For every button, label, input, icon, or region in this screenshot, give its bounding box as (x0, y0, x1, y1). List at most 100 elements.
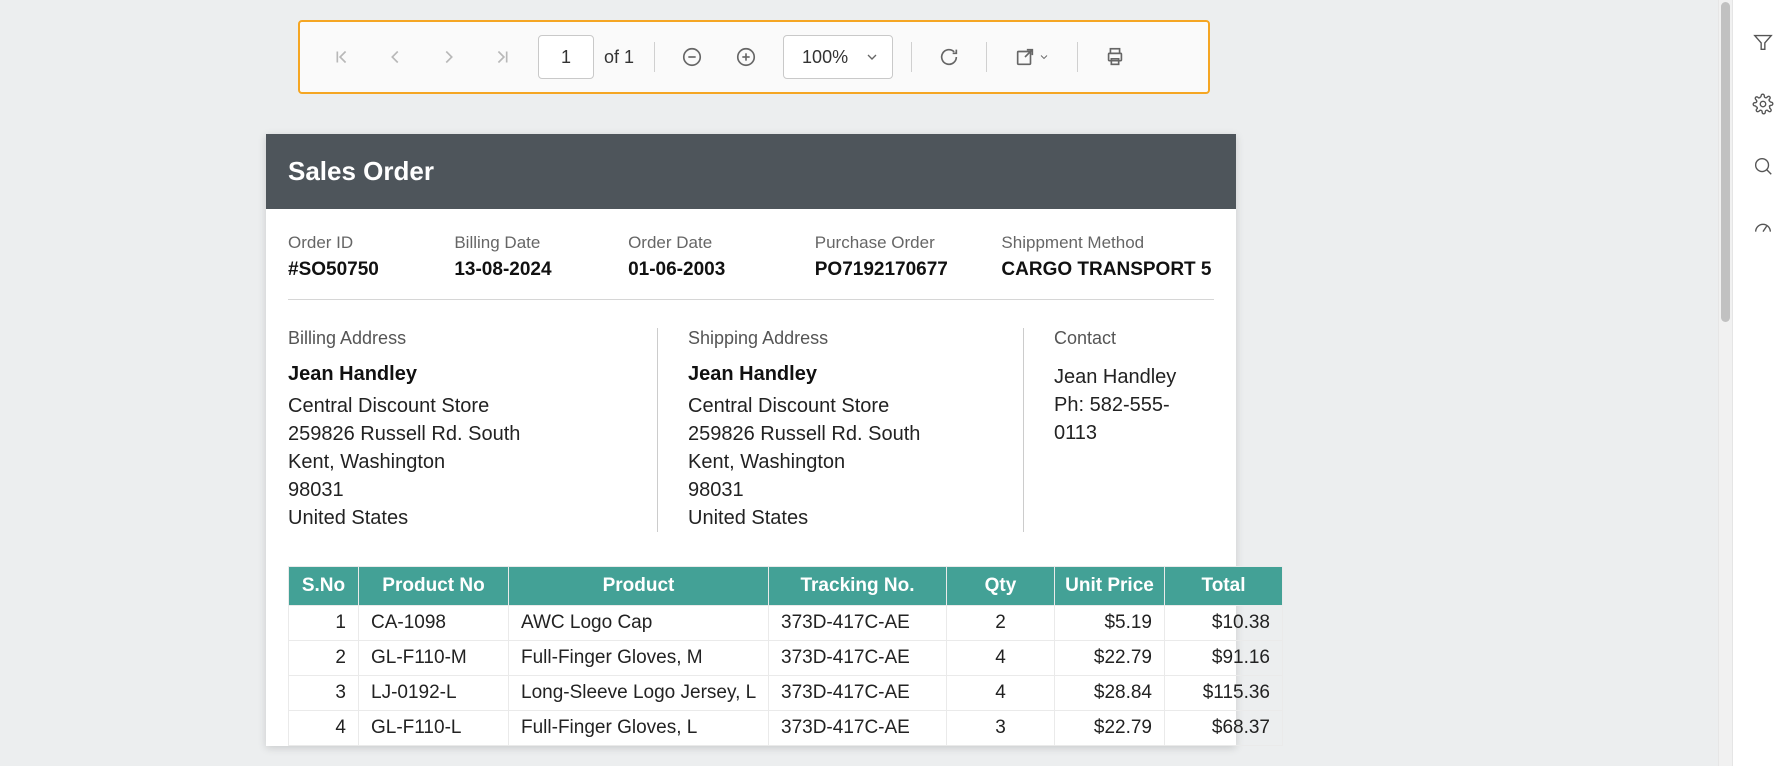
shipping-line: 98031 (688, 476, 993, 504)
billing-line: Kent, Washington (288, 448, 627, 476)
gauge-icon (1752, 217, 1774, 239)
export-button[interactable] (997, 32, 1067, 82)
shipment-method-label: Shippment Method (1001, 233, 1214, 253)
shipping-address-block: Shipping Address Jean Handley Central Di… (658, 328, 1024, 532)
billing-address-block: Billing Address Jean Handley Central Dis… (288, 328, 658, 532)
chevron-down-icon (864, 49, 880, 65)
cell-qty: 4 (947, 676, 1055, 711)
minus-circle-icon (681, 46, 703, 68)
cell-product: Full-Finger Gloves, M (509, 641, 769, 676)
col-product-no: Product No (359, 567, 509, 606)
billing-line: United States (288, 504, 627, 532)
toolbar-separator (911, 42, 912, 72)
cell-qty: 3 (947, 711, 1055, 746)
order-id-label: Order ID (288, 233, 454, 253)
billing-date-label: Billing Date (454, 233, 628, 253)
settings-button[interactable] (1749, 90, 1777, 118)
zoom-in-button[interactable] (719, 32, 773, 82)
shipping-line: United States (688, 504, 993, 532)
plus-circle-icon (735, 46, 757, 68)
contact-title: Contact (1054, 328, 1184, 349)
table-row: 2 GL-F110-M Full-Finger Gloves, M 373D-4… (289, 641, 1283, 676)
cell-qty: 2 (947, 606, 1055, 641)
filter-icon (1752, 31, 1774, 53)
prev-page-button[interactable] (368, 32, 422, 82)
cell-product-no: CA-1098 (359, 606, 509, 641)
last-page-button[interactable] (476, 32, 530, 82)
contact-name: Jean Handley (1054, 363, 1184, 391)
col-total: Total (1165, 567, 1283, 606)
cell-total: $68.37 (1165, 711, 1283, 746)
purchase-order-value: PO7192170677 (815, 259, 1002, 281)
order-id-value: #SO50750 (288, 259, 454, 281)
viewer-toolbar: of 1 100% (298, 20, 1210, 94)
billing-name: Jean Handley (288, 363, 627, 386)
cell-tracking: 373D-417C-AE (769, 641, 947, 676)
chevron-right-icon (438, 46, 460, 68)
shipping-line: Kent, Washington (688, 448, 993, 476)
print-button[interactable] (1088, 32, 1142, 82)
table-row: 3 LJ-0192-L Long-Sleeve Logo Jersey, L 3… (289, 676, 1283, 711)
col-sno: S.No (289, 567, 359, 606)
order-date-value: 01-06-2003 (628, 259, 815, 281)
contact-block: Contact Jean Handley Ph: 582-555-0113 (1024, 328, 1214, 532)
contact-phone: Ph: 582-555-0113 (1054, 391, 1184, 447)
cell-product: Long-Sleeve Logo Jersey, L (509, 676, 769, 711)
cell-total: $10.38 (1165, 606, 1283, 641)
billing-line: 259826 Russell Rd. South (288, 420, 627, 448)
cell-product-no: LJ-0192-L (359, 676, 509, 711)
zoom-dropdown[interactable]: 100% (783, 35, 893, 79)
performance-button[interactable] (1749, 214, 1777, 242)
col-unit-price: Unit Price (1055, 567, 1165, 606)
cell-sno: 3 (289, 676, 359, 711)
export-icon (1014, 46, 1036, 68)
search-icon (1752, 155, 1774, 177)
scrollbar-thumb[interactable] (1721, 2, 1730, 322)
order-date-label: Order Date (628, 233, 815, 253)
refresh-button[interactable] (922, 32, 976, 82)
next-page-button[interactable] (422, 32, 476, 82)
toolbar-separator (986, 42, 987, 72)
table-row: 1 CA-1098 AWC Logo Cap 373D-417C-AE 2 $5… (289, 606, 1283, 641)
report-title: Sales Order (266, 134, 1236, 209)
cell-product: AWC Logo Cap (509, 606, 769, 641)
toolbar-separator (1077, 42, 1078, 72)
billing-line: 98031 (288, 476, 627, 504)
cell-total: $115.36 (1165, 676, 1283, 711)
cell-sno: 1 (289, 606, 359, 641)
shipping-address-title: Shipping Address (688, 328, 993, 349)
zoom-value: 100% (802, 47, 848, 68)
col-product: Product (509, 567, 769, 606)
address-row: Billing Address Jean Handley Central Dis… (288, 300, 1214, 562)
chevron-down-icon (1038, 51, 1050, 63)
cell-qty: 4 (947, 641, 1055, 676)
page-of-label: of 1 (598, 47, 644, 68)
billing-date-value: 13-08-2024 (454, 259, 628, 281)
first-page-button[interactable] (314, 32, 368, 82)
line-items-table: S.No Product No Product Tracking No. Qty… (288, 566, 1283, 746)
shipping-name: Jean Handley (688, 363, 993, 386)
report-page: Sales Order Order ID #SO50750 Billing Da… (266, 134, 1236, 746)
shipment-method-value: CARGO TRANSPORT 5 (1001, 259, 1214, 281)
billing-line: Central Discount Store (288, 392, 627, 420)
refresh-icon (938, 46, 960, 68)
print-icon (1104, 46, 1126, 68)
zoom-out-button[interactable] (665, 32, 719, 82)
billing-address-title: Billing Address (288, 328, 627, 349)
filter-button[interactable] (1749, 28, 1777, 56)
chevron-left-icon (384, 46, 406, 68)
gear-icon (1752, 93, 1774, 115)
page-number-input[interactable] (538, 35, 594, 79)
cell-unit-price: $22.79 (1055, 711, 1165, 746)
cell-total: $91.16 (1165, 641, 1283, 676)
cell-unit-price: $22.79 (1055, 641, 1165, 676)
last-page-icon (492, 46, 514, 68)
search-button[interactable] (1749, 152, 1777, 180)
right-side-panel (1732, 0, 1792, 766)
shipping-line: 259826 Russell Rd. South (688, 420, 993, 448)
cell-unit-price: $5.19 (1055, 606, 1165, 641)
col-tracking: Tracking No. (769, 567, 947, 606)
table-row: 4 GL-F110-L Full-Finger Gloves, L 373D-4… (289, 711, 1283, 746)
vertical-scrollbar[interactable] (1718, 0, 1732, 766)
col-qty: Qty (947, 567, 1055, 606)
